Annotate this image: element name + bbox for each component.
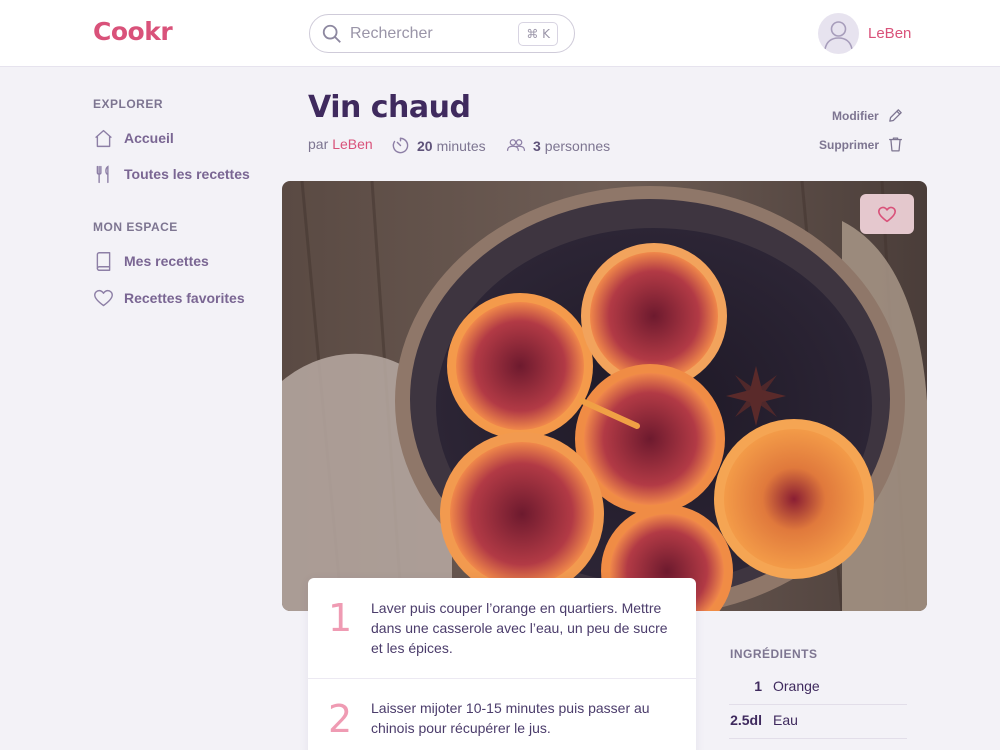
ingredient-quantity: 1 [754,678,762,694]
sidebar-item-all-recipes[interactable]: Toutes les recettes [93,162,250,186]
step-number: 1 [328,596,353,640]
author-link[interactable]: LeBen [332,136,372,152]
recipe-photo [282,181,927,611]
heart-icon [93,288,114,309]
sidebar-item-home[interactable]: Accueil [93,126,174,150]
step-text: Laver puis couper l’orange en quartiers.… [371,600,668,656]
search-input[interactable] [350,23,520,45]
mulled-wine-illustration [282,181,927,611]
time-value: 20 [417,137,433,154]
recipe-author: par LeBen [308,136,373,152]
fork-knife-icon [93,164,114,185]
home-icon [93,128,114,149]
ingredient-row: 1 Orange [729,671,907,705]
step-divider [308,678,696,679]
search-icon [322,24,341,43]
time-unit: minutes [436,137,486,154]
avatar[interactable] [818,13,859,54]
sidebar-item-label: Mes recettes [124,253,209,269]
step-number: 2 [328,697,353,741]
top-bar: Cookr ⌘ K LeBen [0,0,1000,67]
trash-icon [889,137,902,152]
people-value: 3 [533,137,541,154]
sidebar-item-my-recipes[interactable]: Mes recettes [93,249,209,273]
heart-icon [877,206,896,223]
ingredient-quantity: 2.5dl [730,712,762,728]
sidebar-heading-explorer: EXPLORER [93,97,164,111]
steps-card: 1 Laver puis couper l’orange en quartier… [308,578,696,750]
step-text: Laisser mijoter 10-15 minutes puis passe… [371,700,650,736]
favorite-button[interactable] [860,194,914,234]
ingredient-name: Orange [773,678,820,694]
ingredient-row: 2.5dl Eau [729,705,907,739]
ingredients-heading: INGRÉDIENTS [730,647,818,661]
sidebar-item-label: Toutes les recettes [124,166,250,182]
search-box[interactable]: ⌘ K [309,14,575,53]
user-icon [824,21,853,50]
sidebar-item-label: Recettes favorites [124,290,245,306]
delete-button[interactable]: Supprimer [819,136,904,153]
ingredient-name: Eau [773,712,798,728]
book-icon [93,251,114,272]
edit-label: Modifier [832,108,879,123]
app-logo[interactable]: Cookr [93,17,173,46]
author-prefix: par [308,136,329,152]
recipe-time: 20 minutes [391,136,486,155]
sidebar-item-favorites[interactable]: Recettes favorites [93,286,245,310]
people-unit: personnes [544,137,611,154]
pencil-icon [888,109,902,122]
page-title: Vin chaud [308,90,471,125]
timer-icon [392,137,409,154]
sidebar-heading-my-space: MON ESPACE [93,220,178,234]
edit-button[interactable]: Modifier [832,107,904,124]
recipe-servings: 3 personnes [506,136,610,155]
delete-label: Supprimer [819,137,880,152]
sidebar-item-label: Accueil [124,130,174,146]
shortcut-hint: ⌘ K [518,22,558,46]
people-icon [506,139,526,151]
username-link[interactable]: LeBen [868,25,911,42]
